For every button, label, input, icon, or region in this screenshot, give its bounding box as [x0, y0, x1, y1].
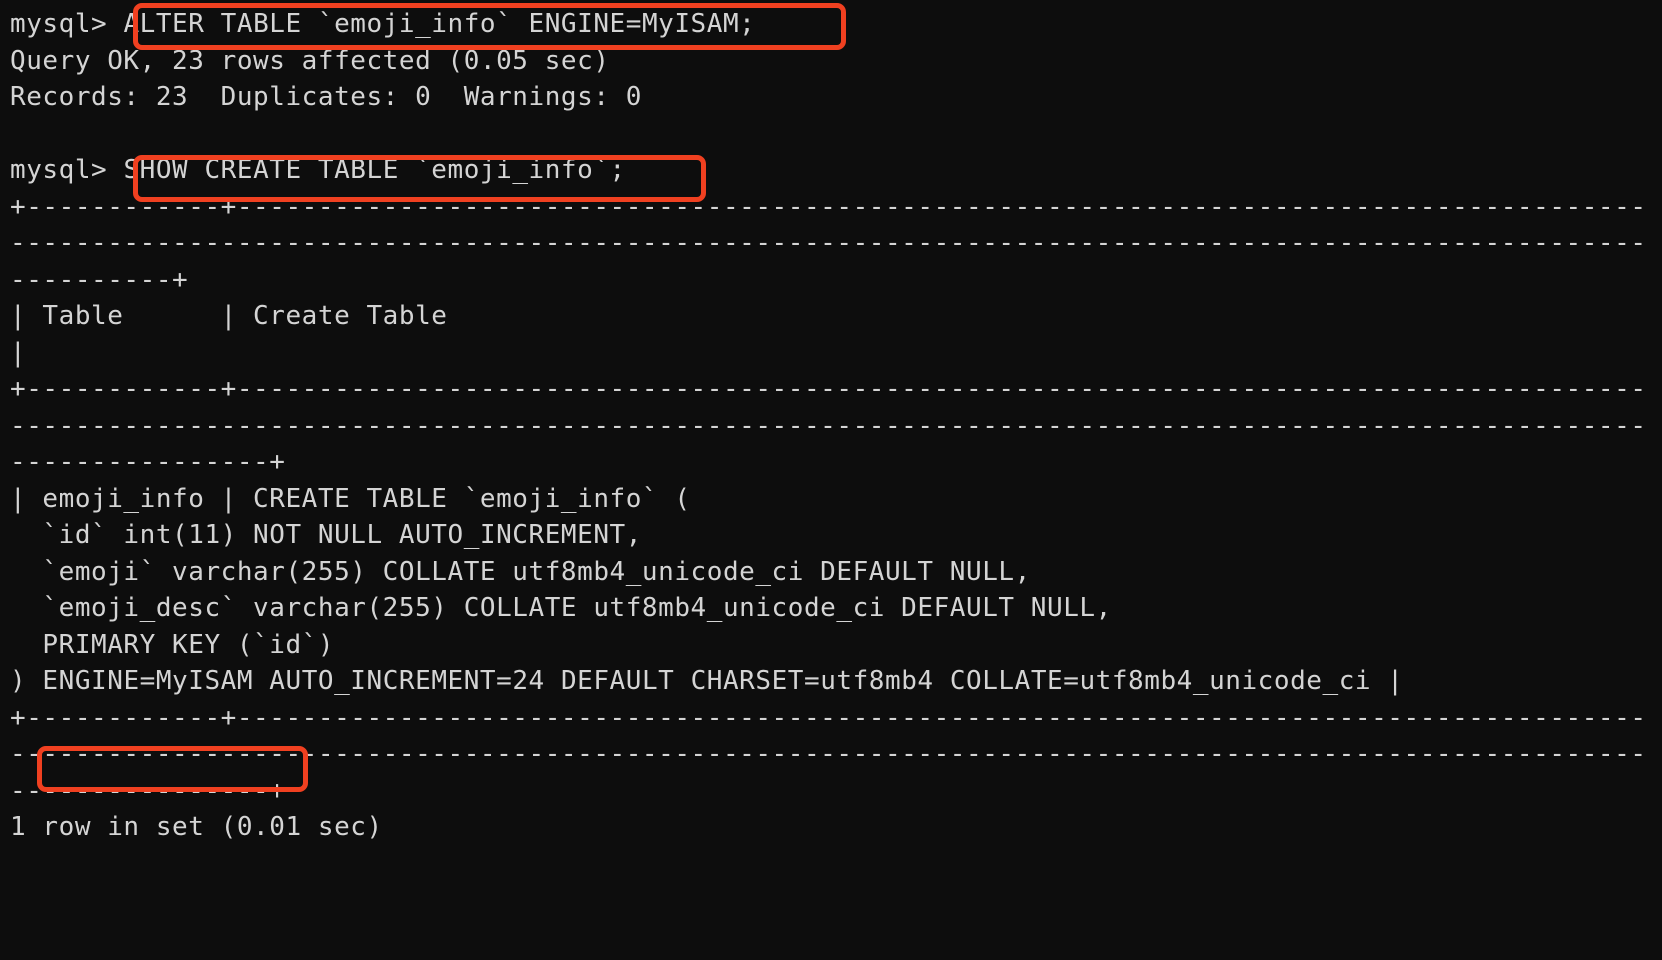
- create-table-line-1: | emoji_info | CREATE TABLE `emoji_info`…: [10, 483, 691, 514]
- engine-prefix: ): [10, 666, 43, 696]
- table-separator-bottom: +------------+--------------------------…: [10, 702, 1647, 806]
- output-row-count: 1 row in set (0.01 sec): [10, 812, 383, 842]
- create-table-line-id: `id` int(11) NOT NULL AUTO_INCREMENT,: [10, 520, 642, 550]
- output-query-ok: Query OK, 23 rows affected (0.05 sec): [10, 45, 610, 76]
- output-records-duplicates-warnings: Records: 23 Duplicates: 0 Warnings: 0: [10, 82, 642, 112]
- engine-value: ENGINE=MyISAM: [42, 666, 254, 696]
- create-table-line-emoji: `emoji` varchar(255) COLLATE utf8mb4_uni…: [10, 556, 1031, 587]
- command-line-show-create-table: mysql> SHOW CREATE TABLE `emoji_info`;: [10, 152, 1662, 189]
- engine-suffix: AUTO_INCREMENT=24 DEFAULT CHARSET=utf8mb…: [253, 666, 1404, 696]
- prompt-label: mysql>: [10, 9, 124, 39]
- terminal-window[interactable]: mysql> ALTER TABLE `emoji_info` ENGINE=M…: [0, 0, 1662, 960]
- table-separator-top: +------------+--------------------------…: [10, 191, 1647, 295]
- command-text-show-create-table: SHOW CREATE TABLE `emoji_info`;: [123, 155, 626, 185]
- create-table-line-emoji-desc: `emoji_desc` varchar(255) COLLATE utf8mb…: [10, 593, 1112, 623]
- create-table-line-primary-key: PRIMARY KEY (`id`): [10, 629, 335, 660]
- create-table-line-engine-options: ) ENGINE=MyISAM AUTO_INCREMENT=24 DEFAUL…: [10, 663, 1662, 700]
- command-line-alter-table: mysql> ALTER TABLE `emoji_info` ENGINE=M…: [10, 6, 1662, 43]
- table-separator-middle: +------------+--------------------------…: [10, 374, 1647, 477]
- prompt-label-2: mysql>: [10, 155, 124, 185]
- table-header-row: | Table | Create Table |: [10, 301, 448, 368]
- command-text-alter-table: ALTER TABLE `emoji_info` ENGINE=MyISAM;: [123, 9, 756, 39]
